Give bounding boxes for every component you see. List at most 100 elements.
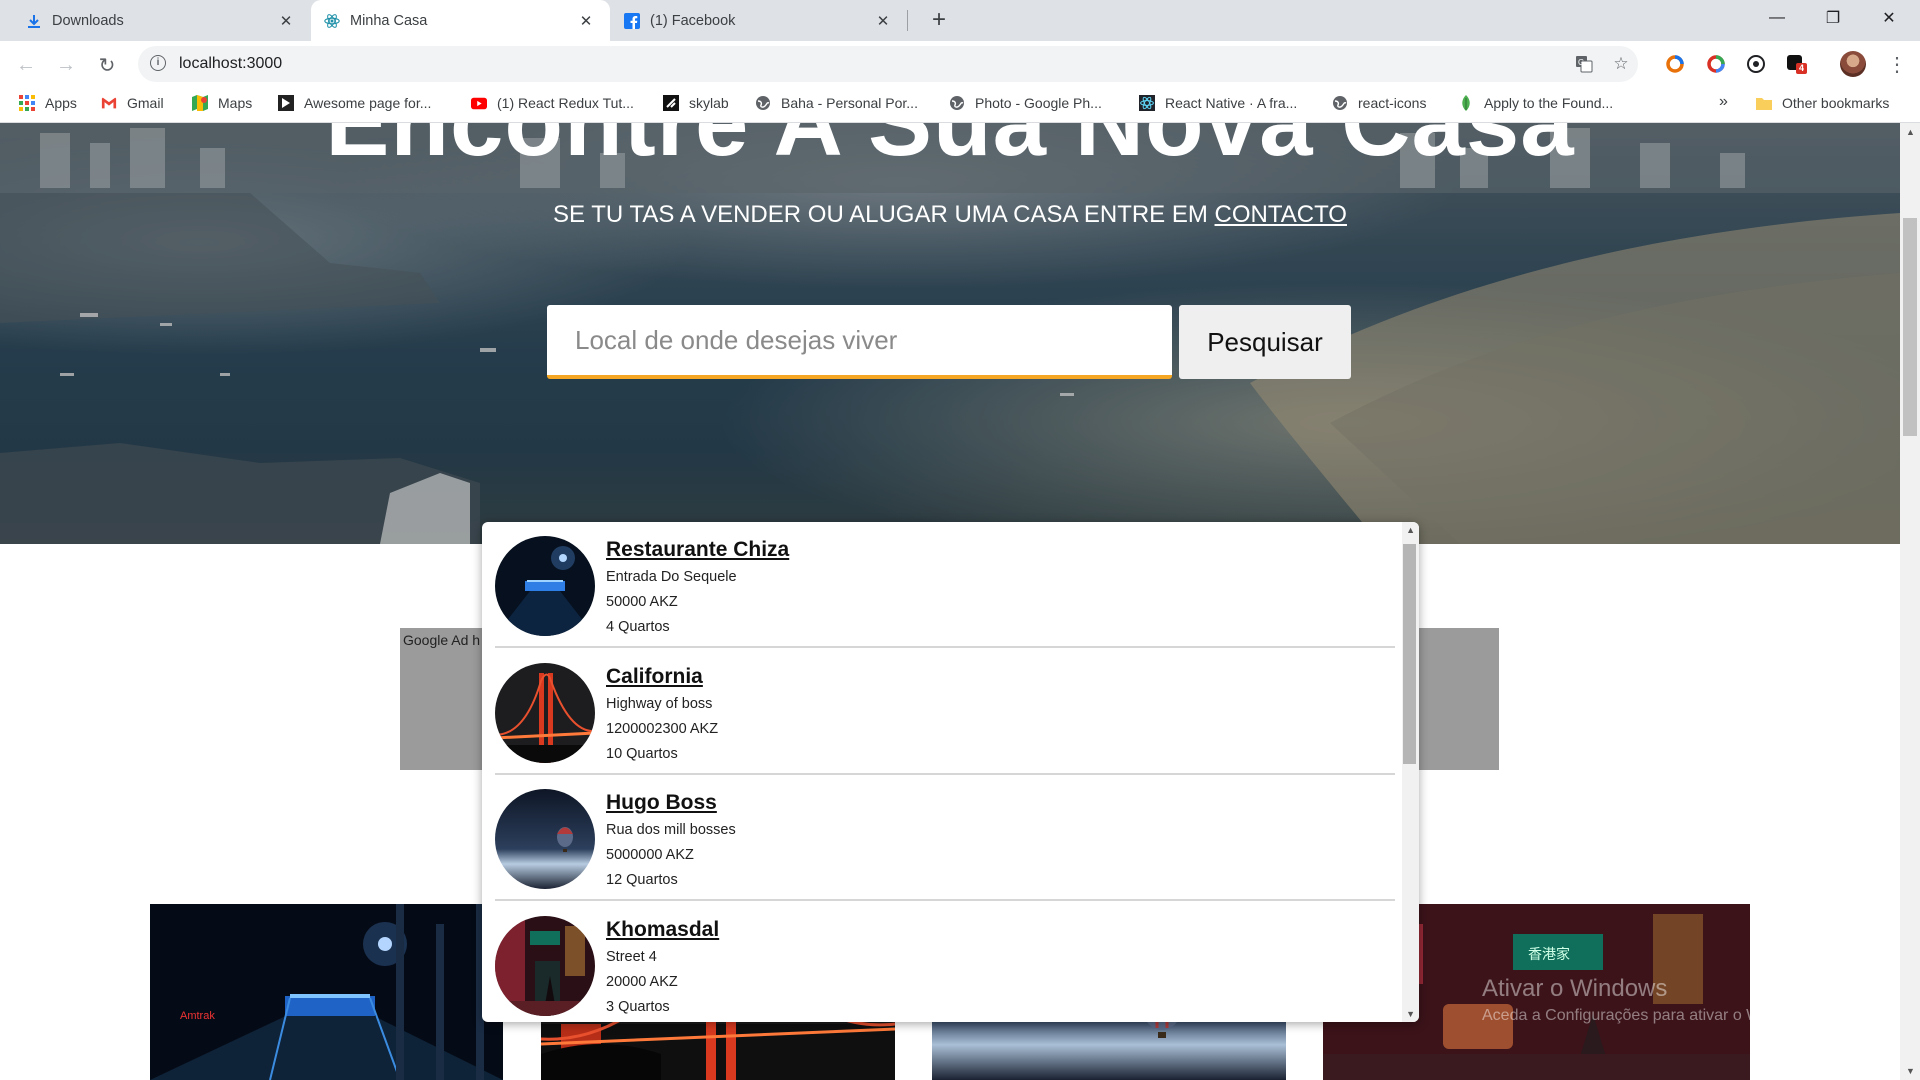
result-name[interactable]: Hugo Boss [606,791,717,815]
globe-icon [1332,95,1348,111]
contact-link[interactable]: CONTACTO [1215,201,1347,228]
result-thumbnail [495,789,595,889]
page-viewport: Encontre A Sua Nova Casa SE TU TAS A VEN… [0,123,1900,1080]
close-icon[interactable]: ✕ [871,12,895,30]
bookmark-react-redux[interactable]: (1) React Redux Tut... [471,95,634,111]
bookmark-label: Awesome page for... [304,95,432,111]
globe-icon [755,95,771,111]
watermark-text: Aceda a Configurações para ativar o Wind… [1482,1007,1816,1024]
bookmark-apply-foundation[interactable]: Apply to the Found... [1458,95,1613,111]
avatar[interactable] [1840,51,1866,77]
bookmark-react-native[interactable]: React Native · A fra... [1139,95,1297,111]
page-scroll-thumb[interactable] [1903,218,1917,436]
result-name[interactable]: Restaurante Chiza [606,538,789,562]
scroll-down-icon[interactable]: ▼ [1406,1009,1415,1019]
hero-banner: Encontre A Sua Nova Casa SE TU TAS A VEN… [0,123,1900,544]
hero-subtitle: SE TU TAS A VENDER OU ALUGAR UMA CASA EN… [0,201,1900,229]
tab-title: Minha Casa [350,12,428,29]
listing-thumbnail-restaurante-chiza[interactable]: Amtrak [150,904,503,1080]
bookmark-label: (1) React Redux Tut... [497,95,634,111]
page-scrollbar[interactable]: ▲ ▼ [1900,123,1920,1080]
search-input[interactable] [547,305,1172,379]
result-name[interactable]: California [606,665,703,689]
tab-separator [907,10,908,31]
bookmarks-overflow-button[interactable]: » [1719,93,1728,111]
ext-badge-icon[interactable]: 4 [1786,53,1808,75]
forward-icon[interactable]: → [50,49,82,81]
bookmark-skylab[interactable]: skylab [663,95,729,111]
dropdown-scrollbar[interactable]: ▲ ▼ [1402,522,1419,1022]
ext-ring-icon[interactable] [1664,53,1686,75]
dropdown-scroll-thumb[interactable] [1403,544,1416,764]
url-text[interactable]: localhost:3000 [179,55,282,73]
extension-badge-count: 4 [1799,63,1805,73]
bookmarks-bar: Apps Gmail Maps Awesome page for... (1) … [0,88,1920,123]
bookmark-react-icons[interactable]: react-icons [1332,95,1426,111]
result-address: Rua dos mill bosses [606,822,736,838]
bookmark-baha[interactable]: Baha - Personal Por... [755,95,918,111]
search-button[interactable]: Pesquisar [1179,305,1351,379]
result-item-khomasdal[interactable]: Khomasdal Street 4 20000 AKZ 3 Quartos [495,902,1395,1022]
bookmark-label: Apply to the Found... [1484,95,1614,111]
result-rooms: 3 Quartos [606,999,670,1015]
back-icon[interactable]: ← [10,49,42,81]
translate-icon[interactable]: G [1573,53,1595,75]
result-thumbnail [495,916,595,1016]
svg-text:G: G [1578,58,1584,67]
bookmark-awesome-page[interactable]: Awesome page for... [278,95,431,111]
leaf-icon [1458,95,1474,111]
download-icon [26,13,42,29]
ext-color-icon[interactable] [1705,53,1727,75]
result-thumbnail [495,663,595,763]
result-item-hugo-boss[interactable]: Hugo Boss Rua dos mill bosses 5000000 AK… [495,775,1395,901]
svg-text:Amtrak: Amtrak [180,1010,215,1022]
result-price: 1200002300 AKZ [606,721,719,737]
scroll-up-icon[interactable]: ▲ [1906,127,1915,137]
tab-downloads[interactable]: Downloads ✕ [0,0,310,41]
result-address: Entrada Do Sequele [606,569,737,585]
result-item-california[interactable]: California Highway of boss 1200002300 AK… [495,649,1395,775]
result-thumbnail [495,536,595,636]
react-icon [324,13,340,29]
menu-icon[interactable]: ⋮ [1887,51,1907,79]
result-price: 20000 AKZ [606,974,678,990]
gmail-icon [101,95,117,111]
bookmark-label: Apps [45,95,77,111]
bookmark-label: Photo - Google Ph... [975,95,1102,111]
youtube-icon [471,95,487,111]
tab-minha-casa[interactable]: Minha Casa ✕ [311,0,610,41]
bridge-night-image: Amtrak [150,904,503,1080]
minimize-icon[interactable]: — [1754,0,1800,36]
close-icon[interactable]: ✕ [574,12,598,30]
browser-toolbar: ← → ↻ i localhost:3000 G ☆ 4 ⋮ [0,41,1920,88]
scroll-up-icon[interactable]: ▲ [1406,525,1415,535]
scroll-down-icon[interactable]: ▼ [1906,1066,1915,1076]
result-name[interactable]: Khomasdal [606,918,719,942]
close-icon[interactable]: ✕ [274,12,298,30]
other-bookmarks[interactable]: Other bookmarks [1756,95,1889,111]
tab-title: (1) Facebook [650,12,736,29]
folder-icon [1756,95,1772,111]
bookmark-gmail[interactable]: Gmail [101,95,164,111]
new-tab-button[interactable]: + [925,6,953,34]
result-address: Street 4 [606,949,657,965]
close-window-icon[interactable]: ✕ [1866,0,1912,36]
address-bar[interactable]: i localhost:3000 G ☆ [138,46,1638,82]
bookmark-apps[interactable]: Apps [19,95,77,111]
svg-text:香港家: 香港家 [1528,946,1570,962]
info-icon[interactable]: i [150,55,166,71]
reload-icon[interactable]: ↻ [91,49,123,81]
star-icon[interactable]: ☆ [1610,53,1632,75]
bookmark-photo[interactable]: Photo - Google Ph... [949,95,1102,111]
hero-title: Encontre A Sua Nova Casa [0,123,1900,178]
skylab-icon [663,95,679,111]
result-item-restaurante-chiza[interactable]: Restaurante Chiza Entrada Do Sequele 500… [495,522,1395,648]
restore-icon[interactable]: ❐ [1810,0,1856,36]
facebook-icon [624,12,640,29]
bookmark-label: skylab [689,95,729,111]
bookmark-label: Gmail [127,95,164,111]
ext-target-icon[interactable] [1745,53,1767,75]
bookmark-maps[interactable]: Maps [192,95,252,111]
bookmark-label: react-icons [1358,95,1427,111]
tab-facebook[interactable]: (1) Facebook ✕ [612,0,907,41]
